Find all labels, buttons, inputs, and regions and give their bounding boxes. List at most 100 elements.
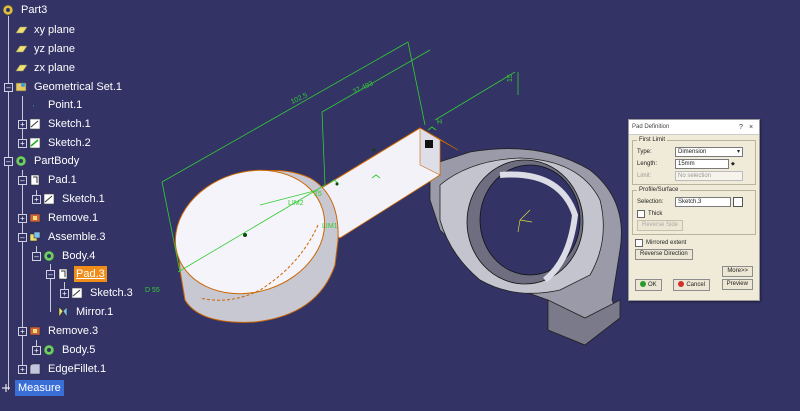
tree-expander[interactable]: + (18, 365, 27, 374)
part-base-geometry (429, 148, 622, 346)
assemble-icon (28, 230, 42, 244)
tree-item-measure[interactable]: Measure (1, 380, 64, 396)
tree-item-geometrical-set[interactable]: Geometrical Set.1 (14, 79, 124, 95)
lim2-label: LIM2 (288, 200, 304, 207)
selection-label: Selection: (637, 198, 664, 205)
sketch-icon (28, 117, 42, 131)
ok-label: OK (648, 281, 657, 288)
tree-item-label: Sketch.1 (48, 118, 91, 130)
tree-expander[interactable]: + (32, 346, 41, 355)
tree-item-label: Mirror.1 (76, 306, 114, 318)
tree-expander[interactable]: + (60, 289, 69, 298)
reverse-side-button: Reverse Side (637, 220, 684, 231)
tree-item-label: Sketch.2 (48, 137, 91, 149)
tree-item-body5[interactable]: Body.5 (42, 342, 97, 358)
tree-item-sketch1-pad[interactable]: Sketch.1 (42, 191, 107, 207)
cancel-icon (678, 280, 685, 287)
tree-item-part3[interactable]: Part3 (1, 2, 49, 18)
type-label: Type: (637, 148, 652, 155)
preview-button[interactable]: Preview (721, 279, 753, 290)
tree-item-edgefillet1[interactable]: EdgeFillet.1 (28, 361, 108, 377)
tree-expander[interactable]: – (32, 252, 41, 261)
sketch-icon (70, 286, 84, 300)
tree-item-yz-plane[interactable]: yz plane (14, 41, 77, 57)
mirrored-extent-checkbox[interactable] (635, 238, 643, 247)
svg-text:·: · (32, 102, 35, 112)
tree-item-label: Pad.1 (48, 174, 77, 186)
ok-button[interactable]: OK (635, 278, 662, 291)
tree-item-remove3[interactable]: Remove.3 (28, 323, 100, 339)
body-gear-icon (14, 154, 28, 168)
tree-expander[interactable]: – (4, 83, 13, 92)
mirror-icon (56, 305, 70, 319)
mirrored-extent-label: Mirrored extent (646, 239, 687, 246)
tree-expander[interactable]: + (32, 195, 41, 204)
length-field[interactable]: 15mm (675, 158, 729, 169)
tree-item-label: PartBody (34, 155, 80, 167)
close-button[interactable]: × (746, 124, 756, 131)
tree-item-label: yz plane (34, 43, 75, 55)
tree-expander[interactable]: – (18, 176, 27, 185)
plane-icon (14, 23, 28, 37)
ok-icon (640, 280, 646, 287)
tree-item-mirror1[interactable]: Mirror.1 (56, 304, 115, 320)
tree-item-xy-plane[interactable]: xy plane (14, 22, 77, 38)
spinner-icon[interactable]: ◆ (731, 161, 735, 167)
tree-expander[interactable]: + (18, 214, 27, 223)
pad-icon (28, 173, 42, 187)
sketch-icon (28, 136, 42, 150)
tree-item-label: Pad.3 (74, 266, 107, 282)
length-label: Length: (637, 160, 658, 167)
tree-item-assemble3[interactable]: Assemble.3 (28, 229, 107, 245)
plane-icon (14, 42, 28, 56)
specification-tree: Part3 xy plane yz plane zx plane – Geome… (0, 0, 230, 411)
tree-item-label: EdgeFillet.1 (48, 363, 107, 375)
reverse-direction-button[interactable]: Reverse Direction (635, 249, 693, 260)
tree-item-label: Remove.1 (48, 212, 99, 224)
tree-item-sketch2[interactable]: Sketch.2 (28, 135, 93, 151)
type-select[interactable]: Dimension ▾ (675, 146, 743, 157)
cancel-button[interactable]: Cancel (673, 278, 710, 291)
type-value: Dimension (678, 148, 707, 155)
selection-field[interactable]: Sketch.3 (675, 196, 731, 207)
tree-item-label: xy plane (34, 24, 75, 36)
tree-item-point[interactable]: · Point.1 (28, 97, 84, 113)
first-limit-legend: First Limit (639, 137, 665, 143)
tree-expander[interactable]: + (18, 327, 27, 336)
thick-label: Thick (648, 210, 663, 217)
tree-item-body4[interactable]: Body.4 (42, 248, 97, 264)
more-button[interactable]: More>> (722, 266, 753, 277)
pad-definition-dialog: Pad Definition ? × First Limit Type: Dim… (628, 119, 760, 301)
help-button[interactable]: ? (736, 124, 746, 131)
dim-height-label: 15 (507, 74, 514, 82)
thick-checkbox[interactable] (637, 209, 645, 218)
tree-item-pad3[interactable]: Pad.3 (56, 266, 107, 282)
gear-icon (1, 3, 15, 17)
tree-item-pad1[interactable]: Pad.1 (28, 172, 79, 188)
first-limit-group: First Limit Type: Dimension ▾ Length: 15… (632, 137, 756, 185)
remove-icon (28, 324, 42, 338)
tree-expander[interactable]: – (46, 270, 55, 279)
tree-expander[interactable]: – (18, 233, 27, 242)
edge-fillet-icon (28, 362, 42, 376)
tree-item-sketch1-gs[interactable]: Sketch.1 (28, 116, 93, 132)
tree-item-remove1[interactable]: Remove.1 (28, 210, 100, 226)
pad-icon (56, 267, 70, 281)
sketch-icon (42, 192, 56, 206)
dialog-titlebar[interactable]: Pad Definition ? × (629, 120, 759, 135)
tree-item-label: Part3 (21, 4, 48, 16)
sketcher-icon[interactable] (733, 196, 743, 207)
tree-expander[interactable]: + (18, 139, 27, 148)
tree-item-sketch3[interactable]: Sketch.3 (70, 285, 135, 301)
tree-expander[interactable]: + (18, 120, 27, 129)
tree-item-label: zx plane (34, 62, 75, 74)
tree-expander[interactable]: – (4, 157, 13, 166)
tree-item-label: Sketch.3 (90, 287, 133, 299)
chevron-down-icon: ▾ (736, 148, 740, 155)
tree-item-partbody[interactable]: PartBody (14, 153, 81, 169)
profile-surface-group: Profile/Surface Selection: Sketch.3 Thic… (632, 187, 756, 235)
tree-item-label: Assemble.3 (48, 231, 106, 243)
dialog-title: Pad Definition (632, 124, 670, 130)
remove-icon (28, 211, 42, 225)
tree-item-zx-plane[interactable]: zx plane (14, 60, 77, 76)
